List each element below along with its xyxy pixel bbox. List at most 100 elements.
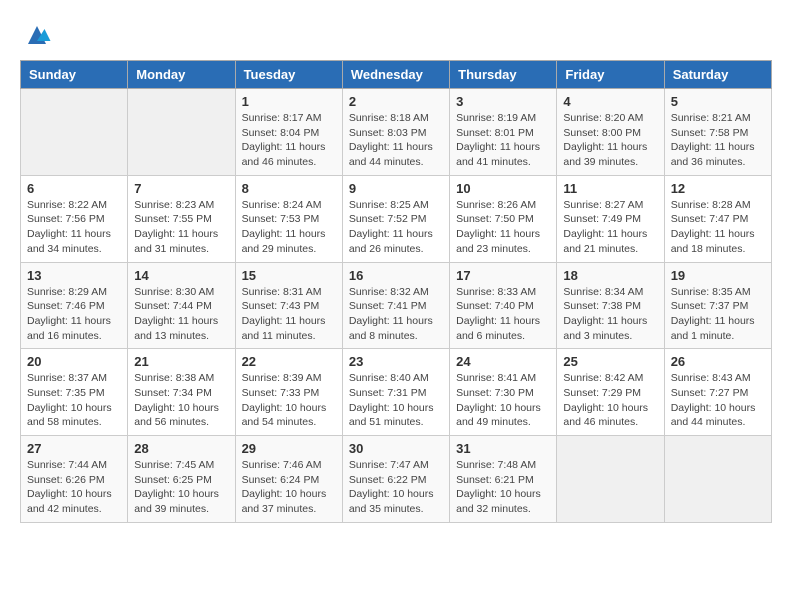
day-of-week-header: Friday xyxy=(557,61,664,89)
day-number: 29 xyxy=(242,441,336,456)
calendar-day-cell: 20 Sunrise: 8:37 AM Sunset: 7:35 PM Dayl… xyxy=(21,349,128,436)
sunrise-text: Sunrise: 7:46 AM xyxy=(242,459,322,471)
day-number: 5 xyxy=(671,94,765,109)
calendar-day-cell xyxy=(664,436,771,523)
calendar-week-row: 1 Sunrise: 8:17 AM Sunset: 8:04 PM Dayli… xyxy=(21,89,772,176)
sunset-text: Sunset: 7:31 PM xyxy=(349,387,427,399)
day-number: 22 xyxy=(242,354,336,369)
daylight-text: Daylight: 11 hours and 3 minutes. xyxy=(563,315,647,342)
sunset-text: Sunset: 6:22 PM xyxy=(349,474,427,486)
calendar-day-cell: 21 Sunrise: 8:38 AM Sunset: 7:34 PM Dayl… xyxy=(128,349,235,436)
sunrise-text: Sunrise: 8:28 AM xyxy=(671,199,751,211)
day-info: Sunrise: 8:40 AM Sunset: 7:31 PM Dayligh… xyxy=(349,371,443,430)
day-number: 2 xyxy=(349,94,443,109)
calendar-day-cell: 4 Sunrise: 8:20 AM Sunset: 8:00 PM Dayli… xyxy=(557,89,664,176)
day-number: 3 xyxy=(456,94,550,109)
daylight-text: Daylight: 10 hours and 46 minutes. xyxy=(563,402,648,429)
day-number: 17 xyxy=(456,268,550,283)
sunset-text: Sunset: 7:44 PM xyxy=(134,300,212,312)
calendar-day-cell xyxy=(21,89,128,176)
daylight-text: Daylight: 11 hours and 34 minutes. xyxy=(27,228,111,255)
calendar-day-cell: 5 Sunrise: 8:21 AM Sunset: 7:58 PM Dayli… xyxy=(664,89,771,176)
daylight-text: Daylight: 10 hours and 56 minutes. xyxy=(134,402,219,429)
calendar-day-cell: 14 Sunrise: 8:30 AM Sunset: 7:44 PM Dayl… xyxy=(128,262,235,349)
sunrise-text: Sunrise: 8:22 AM xyxy=(27,199,107,211)
day-number: 4 xyxy=(563,94,657,109)
calendar-day-cell: 13 Sunrise: 8:29 AM Sunset: 7:46 PM Dayl… xyxy=(21,262,128,349)
calendar-day-cell: 3 Sunrise: 8:19 AM Sunset: 8:01 PM Dayli… xyxy=(450,89,557,176)
calendar-day-cell: 11 Sunrise: 8:27 AM Sunset: 7:49 PM Dayl… xyxy=(557,175,664,262)
day-number: 8 xyxy=(242,181,336,196)
day-info: Sunrise: 8:18 AM Sunset: 8:03 PM Dayligh… xyxy=(349,111,443,170)
daylight-text: Daylight: 10 hours and 37 minutes. xyxy=(242,488,327,515)
sunrise-text: Sunrise: 8:19 AM xyxy=(456,112,536,124)
calendar-day-cell: 29 Sunrise: 7:46 AM Sunset: 6:24 PM Dayl… xyxy=(235,436,342,523)
day-number: 26 xyxy=(671,354,765,369)
sunrise-text: Sunrise: 8:27 AM xyxy=(563,199,643,211)
daylight-text: Daylight: 10 hours and 58 minutes. xyxy=(27,402,112,429)
day-of-week-header: Tuesday xyxy=(235,61,342,89)
day-number: 14 xyxy=(134,268,228,283)
day-number: 18 xyxy=(563,268,657,283)
day-info: Sunrise: 7:46 AM Sunset: 6:24 PM Dayligh… xyxy=(242,458,336,517)
sunrise-text: Sunrise: 7:45 AM xyxy=(134,459,214,471)
sunrise-text: Sunrise: 8:33 AM xyxy=(456,286,536,298)
daylight-text: Daylight: 11 hours and 29 minutes. xyxy=(242,228,326,255)
day-number: 6 xyxy=(27,181,121,196)
day-info: Sunrise: 8:25 AM Sunset: 7:52 PM Dayligh… xyxy=(349,198,443,257)
sunset-text: Sunset: 7:52 PM xyxy=(349,213,427,225)
daylight-text: Daylight: 11 hours and 26 minutes. xyxy=(349,228,433,255)
sunrise-text: Sunrise: 8:32 AM xyxy=(349,286,429,298)
day-number: 9 xyxy=(349,181,443,196)
sunset-text: Sunset: 6:26 PM xyxy=(27,474,105,486)
sunset-text: Sunset: 6:25 PM xyxy=(134,474,212,486)
calendar-day-cell: 28 Sunrise: 7:45 AM Sunset: 6:25 PM Dayl… xyxy=(128,436,235,523)
calendar-day-cell: 16 Sunrise: 8:32 AM Sunset: 7:41 PM Dayl… xyxy=(342,262,449,349)
day-number: 19 xyxy=(671,268,765,283)
daylight-text: Daylight: 11 hours and 41 minutes. xyxy=(456,141,540,168)
calendar-week-row: 13 Sunrise: 8:29 AM Sunset: 7:46 PM Dayl… xyxy=(21,262,772,349)
day-number: 23 xyxy=(349,354,443,369)
daylight-text: Daylight: 11 hours and 23 minutes. xyxy=(456,228,540,255)
sunrise-text: Sunrise: 8:40 AM xyxy=(349,372,429,384)
sunrise-text: Sunrise: 7:47 AM xyxy=(349,459,429,471)
daylight-text: Daylight: 11 hours and 36 minutes. xyxy=(671,141,755,168)
day-info: Sunrise: 8:31 AM Sunset: 7:43 PM Dayligh… xyxy=(242,285,336,344)
day-number: 21 xyxy=(134,354,228,369)
calendar-day-cell: 31 Sunrise: 7:48 AM Sunset: 6:21 PM Dayl… xyxy=(450,436,557,523)
day-info: Sunrise: 7:45 AM Sunset: 6:25 PM Dayligh… xyxy=(134,458,228,517)
sunset-text: Sunset: 7:37 PM xyxy=(671,300,749,312)
sunset-text: Sunset: 8:00 PM xyxy=(563,127,641,139)
sunrise-text: Sunrise: 8:26 AM xyxy=(456,199,536,211)
day-info: Sunrise: 8:20 AM Sunset: 8:00 PM Dayligh… xyxy=(563,111,657,170)
daylight-text: Daylight: 11 hours and 1 minute. xyxy=(671,315,755,342)
sunset-text: Sunset: 7:34 PM xyxy=(134,387,212,399)
day-info: Sunrise: 8:38 AM Sunset: 7:34 PM Dayligh… xyxy=(134,371,228,430)
daylight-text: Daylight: 11 hours and 6 minutes. xyxy=(456,315,540,342)
sunset-text: Sunset: 7:49 PM xyxy=(563,213,641,225)
calendar-day-cell: 7 Sunrise: 8:23 AM Sunset: 7:55 PM Dayli… xyxy=(128,175,235,262)
calendar-day-cell xyxy=(128,89,235,176)
sunset-text: Sunset: 7:47 PM xyxy=(671,213,749,225)
sunset-text: Sunset: 6:21 PM xyxy=(456,474,534,486)
sunrise-text: Sunrise: 8:38 AM xyxy=(134,372,214,384)
calendar-day-cell: 15 Sunrise: 8:31 AM Sunset: 7:43 PM Dayl… xyxy=(235,262,342,349)
day-info: Sunrise: 8:28 AM Sunset: 7:47 PM Dayligh… xyxy=(671,198,765,257)
calendar-day-cell: 24 Sunrise: 8:41 AM Sunset: 7:30 PM Dayl… xyxy=(450,349,557,436)
day-number: 28 xyxy=(134,441,228,456)
day-info: Sunrise: 8:24 AM Sunset: 7:53 PM Dayligh… xyxy=(242,198,336,257)
sunset-text: Sunset: 7:53 PM xyxy=(242,213,320,225)
day-number: 11 xyxy=(563,181,657,196)
calendar-header-row: SundayMondayTuesdayWednesdayThursdayFrid… xyxy=(21,61,772,89)
day-number: 25 xyxy=(563,354,657,369)
day-info: Sunrise: 8:29 AM Sunset: 7:46 PM Dayligh… xyxy=(27,285,121,344)
sunset-text: Sunset: 7:35 PM xyxy=(27,387,105,399)
daylight-text: Daylight: 10 hours and 44 minutes. xyxy=(671,402,756,429)
day-of-week-header: Thursday xyxy=(450,61,557,89)
sunrise-text: Sunrise: 7:44 AM xyxy=(27,459,107,471)
sunrise-text: Sunrise: 8:24 AM xyxy=(242,199,322,211)
sunrise-text: Sunrise: 7:48 AM xyxy=(456,459,536,471)
calendar-week-row: 20 Sunrise: 8:37 AM Sunset: 7:35 PM Dayl… xyxy=(21,349,772,436)
day-info: Sunrise: 8:37 AM Sunset: 7:35 PM Dayligh… xyxy=(27,371,121,430)
calendar-day-cell: 22 Sunrise: 8:39 AM Sunset: 7:33 PM Dayl… xyxy=(235,349,342,436)
